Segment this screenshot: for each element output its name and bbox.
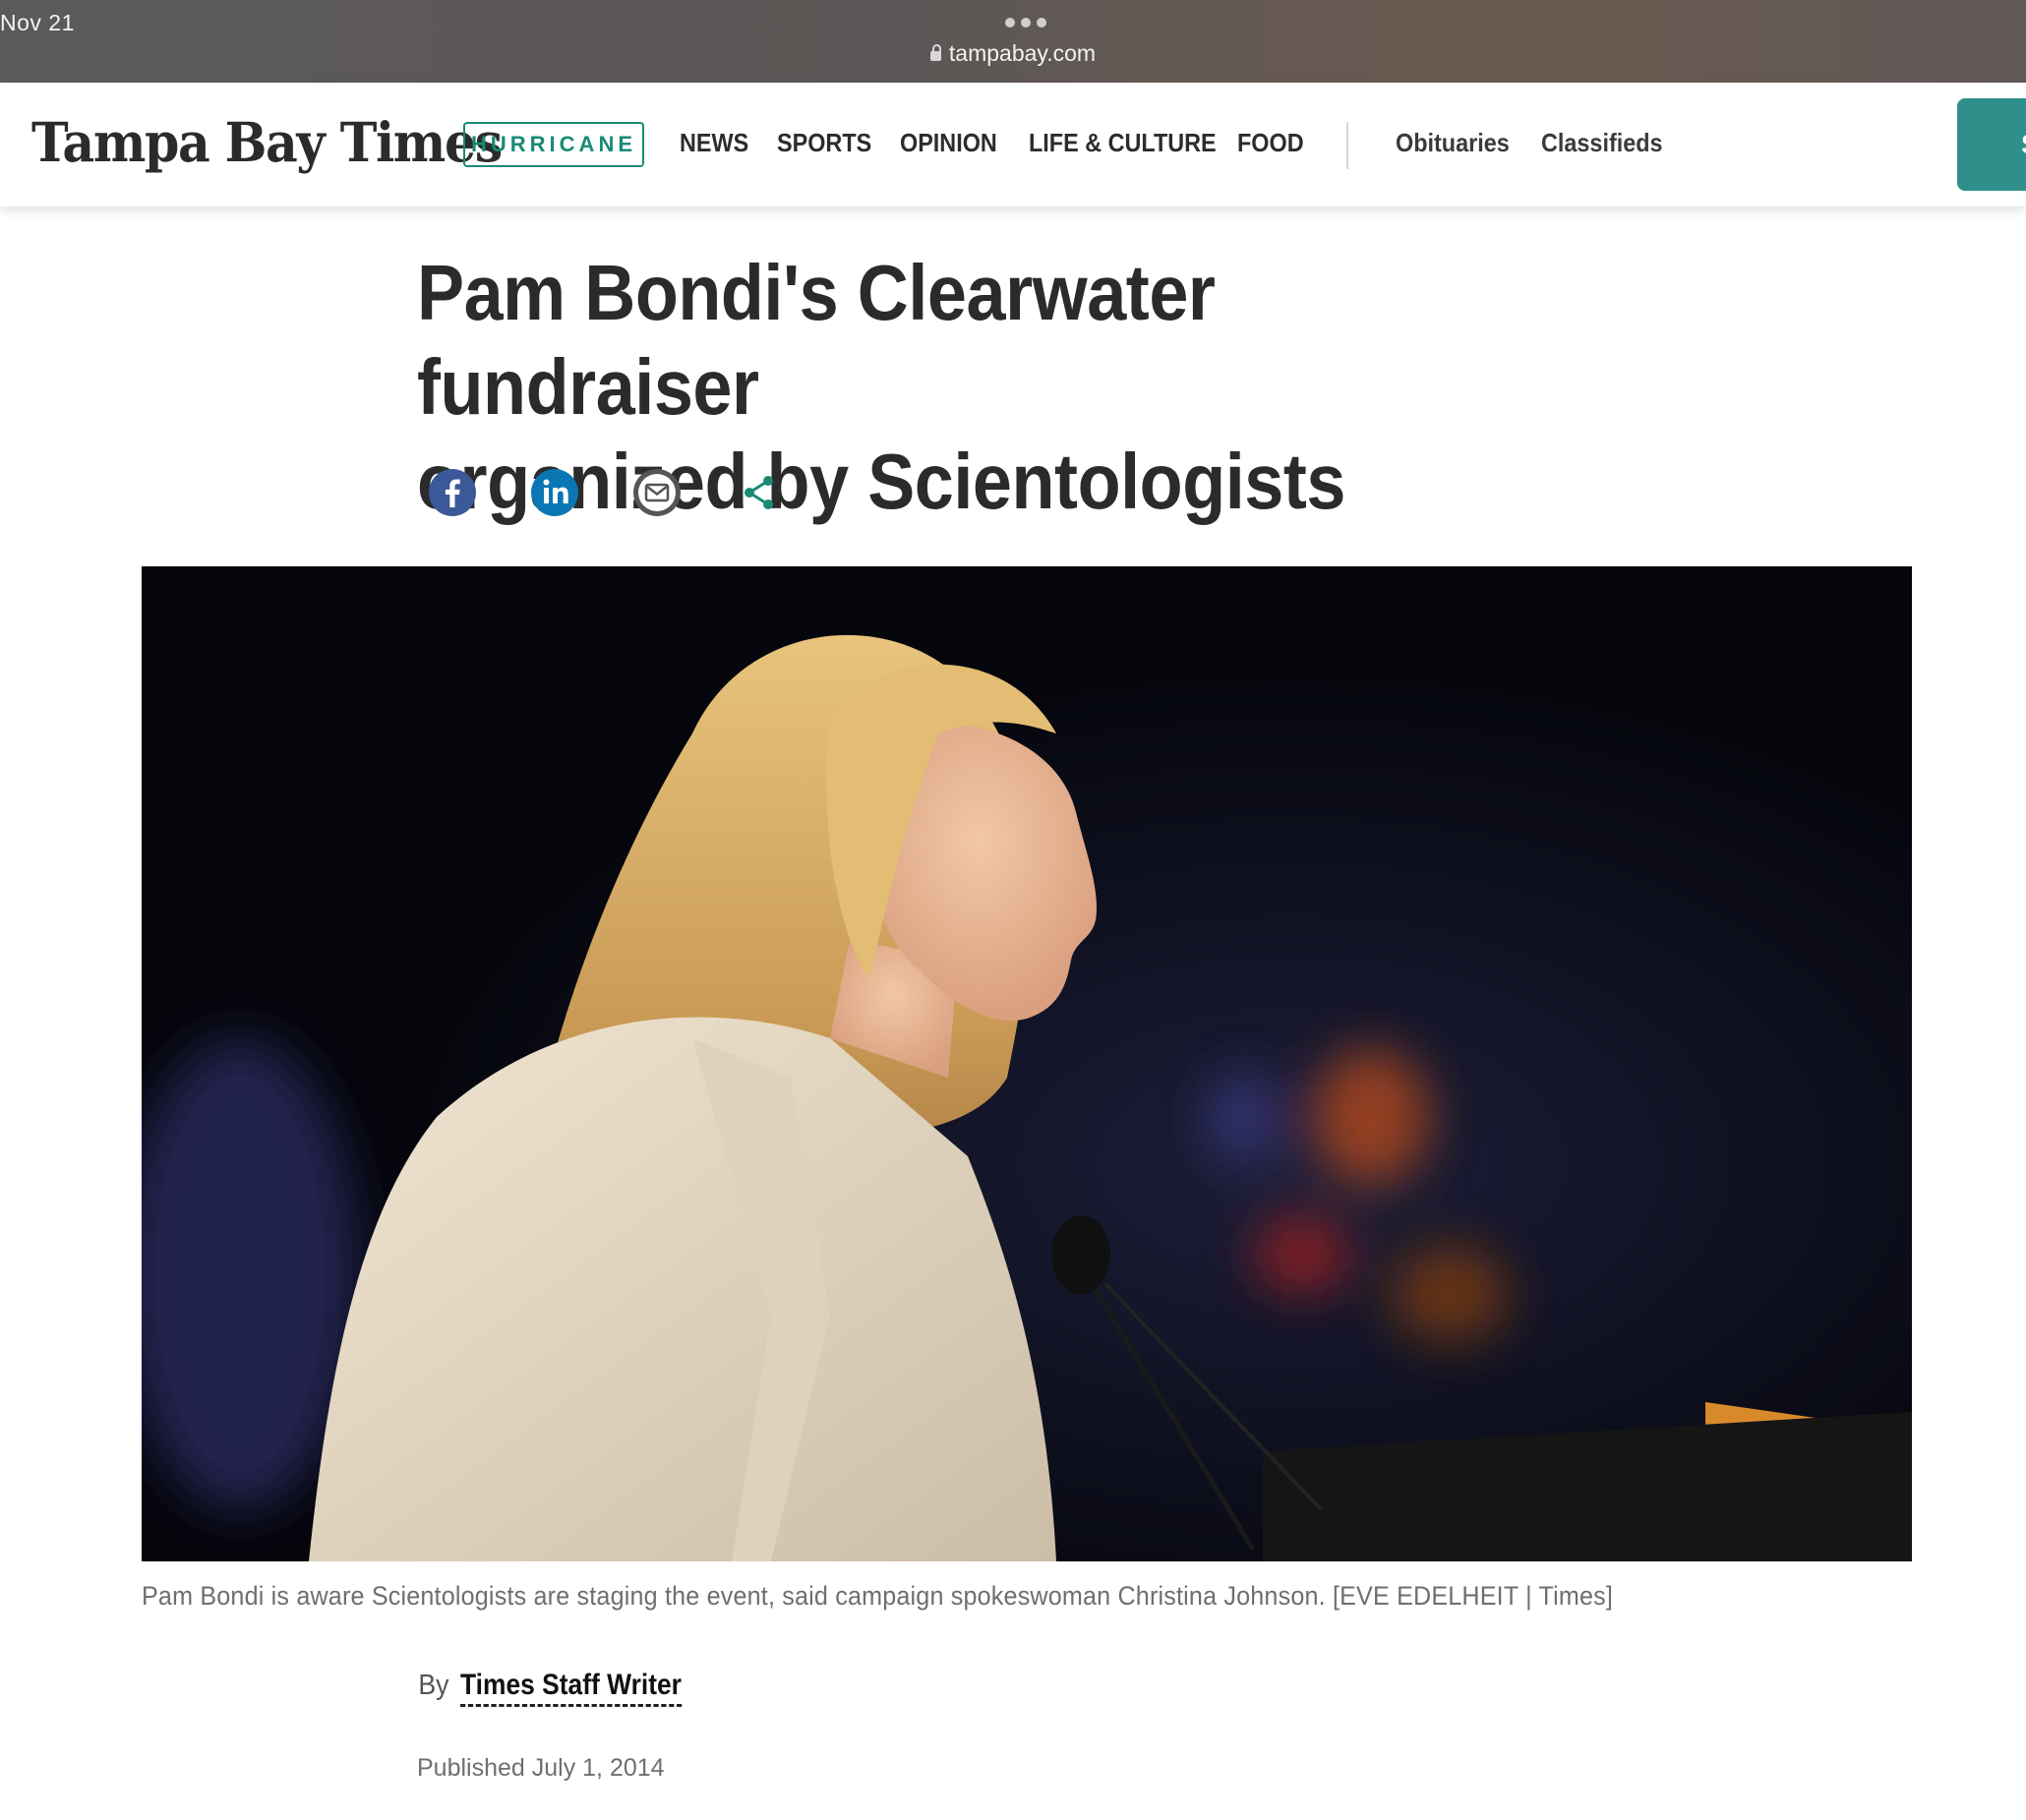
byline-prefix: By (418, 1670, 449, 1701)
linkedin-icon[interactable] (530, 468, 579, 517)
headline-line-1: Pam Bondi's Clearwater fundraiser (417, 249, 1216, 431)
nav-item-food[interactable]: FOOD (1237, 128, 1304, 158)
nav-item-opinion[interactable]: OPINION (900, 128, 997, 158)
nav-item-classifieds[interactable]: Classifieds (1541, 128, 1663, 158)
nav-item-news[interactable]: NEWS (680, 128, 748, 158)
share-icon[interactable] (735, 468, 784, 517)
url-text: tampabay.com (948, 40, 1097, 66)
facebook-icon[interactable] (428, 468, 477, 517)
browser-status-bar: Nov 21 tampabay.com (0, 0, 2026, 83)
byline: By Times Staff Writer (417, 1669, 711, 1707)
article-photo (142, 566, 1912, 1561)
tab-options-dots-icon[interactable] (1005, 18, 1046, 28)
photo-caption: Pam Bondi is aware Scientologists are st… (142, 1581, 1614, 1611)
author-link[interactable]: Times Staff Writer (459, 1669, 682, 1707)
published-date: Published July 1, 2014 (417, 1754, 665, 1782)
nav-divider (1346, 122, 1348, 169)
site-logo[interactable]: Tampa Bay Times (31, 110, 503, 174)
subscribe-button[interactable]: S (1957, 98, 2026, 191)
lock-icon (929, 44, 941, 61)
nav-item-obituaries[interactable]: Obituaries (1396, 128, 1510, 158)
address-bar[interactable]: tampabay.com (0, 40, 2026, 67)
nav-item-sports[interactable]: SPORTS (777, 128, 871, 158)
hurricane-button[interactable]: HURRICANE (463, 122, 644, 167)
nav-item-life-culture[interactable]: LIFE & CULTURE (1029, 128, 1217, 158)
status-date: Nov 21 (0, 10, 75, 35)
site-header: Tampa Bay Times HURRICANE NEWS SPORTS OP… (0, 83, 2026, 206)
email-icon[interactable] (632, 468, 682, 517)
